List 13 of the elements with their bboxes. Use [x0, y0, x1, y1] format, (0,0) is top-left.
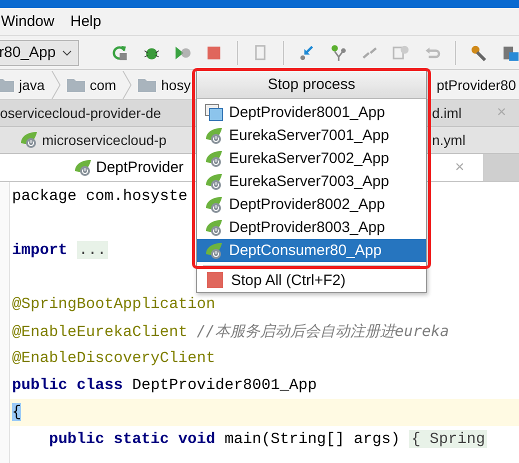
- code-annotation: @SpringBootApplication: [12, 295, 216, 313]
- code-brace: {: [12, 403, 22, 421]
- code-keyword: public static void: [48, 430, 216, 448]
- code-annotation: @EnableEurekaClient: [12, 323, 188, 341]
- popup-title: Stop process: [197, 71, 426, 99]
- class-name: DeptProvider8001_App: [132, 376, 317, 394]
- code-line: package com.hosyste: [12, 187, 188, 205]
- method-signature: main(String[] args): [224, 430, 400, 448]
- code-annotation: @EnableDiscoveryClient: [12, 349, 216, 367]
- editor-tab-label: DeptProvider: [96, 159, 184, 176]
- code-comment: //本服务启动后会自动注册进eureka: [196, 322, 449, 340]
- code-keyword: import: [12, 241, 68, 259]
- code-keyword: public class: [12, 376, 123, 394]
